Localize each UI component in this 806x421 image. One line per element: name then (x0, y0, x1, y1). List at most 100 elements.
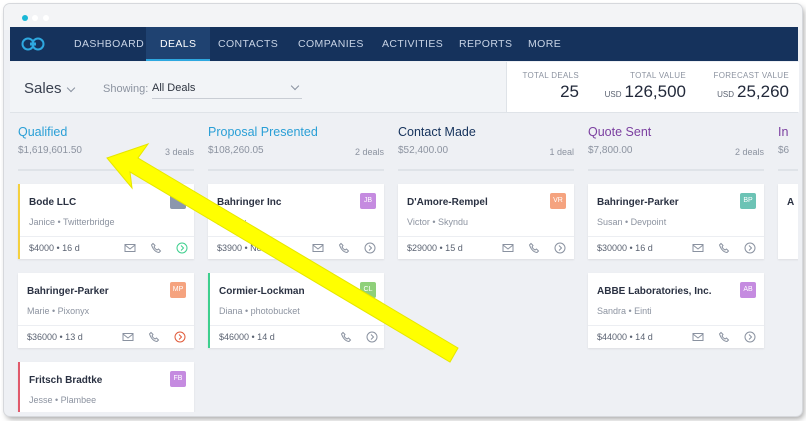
deal-card[interactable]: Bode LLC Janice • Twitterbridge $4000 • 16… (18, 184, 194, 259)
next-step-icon[interactable] (744, 242, 756, 254)
deal-value-age: $36000 • 13 d (27, 332, 83, 342)
deal-name[interactable]: ABBE Laboratories, Inc. (597, 286, 711, 297)
logo-icon[interactable] (20, 36, 46, 52)
deal-contact: Marie • Pixonyx (27, 306, 90, 316)
owner-avatar (170, 193, 186, 209)
deal-card[interactable]: Bahringer-Parker Susan • Devpoint BP $30000… (588, 184, 764, 259)
chevron-down-icon[interactable] (66, 83, 76, 93)
next-step-icon[interactable] (176, 242, 188, 254)
deal-card[interactable]: Cormier-Lockman Diana • photobucket CL $460… (208, 273, 384, 348)
stage-header: In $6 (778, 113, 798, 171)
deal-value-age: $4000 • 16 d (29, 243, 80, 253)
mail-icon[interactable] (502, 242, 514, 254)
mail-icon[interactable] (122, 331, 134, 343)
pipeline-selector[interactable]: Sales (24, 80, 62, 97)
next-step-icon[interactable] (554, 242, 566, 254)
phone-icon[interactable] (150, 242, 162, 254)
phone-icon[interactable] (340, 331, 352, 343)
deal-card[interactable]: A (778, 184, 798, 259)
kpi-unit: USD (717, 90, 734, 99)
stage-header: Qualified $1,619,601.50 3 deals (18, 113, 194, 171)
next-step-icon[interactable] (744, 331, 756, 343)
deal-name[interactable]: Cormier-Lockman (219, 286, 305, 297)
stage-header: Quote Sent $7,800.00 2 deals (588, 113, 764, 171)
deal-card[interactable]: Bahringer-Parker Marie • Pixonyx MP $36000 … (18, 273, 194, 348)
mail-icon[interactable] (692, 331, 704, 343)
nav-more[interactable]: MORE (528, 27, 561, 61)
nav-reports[interactable]: REPORTS (459, 27, 512, 61)
kpi-value: 25 (560, 82, 579, 101)
nav-dashboard[interactable]: DASHBOARD (74, 27, 144, 61)
owner-avatar: VR (550, 193, 566, 209)
stage-total: $52,400.00 (398, 145, 449, 156)
deal-contact: Diana • photobucket (219, 306, 300, 316)
window-dot-icon[interactable] (22, 15, 28, 21)
deal-name[interactable]: A (787, 197, 794, 208)
deal-card[interactable]: Bahringer Inc Johnny JB $3900 • Nov 16 (208, 184, 384, 259)
deal-name[interactable]: Bahringer-Parker (597, 197, 679, 208)
next-step-icon[interactable] (174, 331, 186, 343)
deal-name[interactable]: Bahringer-Parker (27, 286, 109, 297)
phone-icon[interactable] (718, 331, 730, 343)
deal-card[interactable]: ABBE Laboratories, Inc. Sandra • Einti AB $… (588, 273, 764, 348)
deal-contact: Susan • Devpoint (597, 217, 667, 227)
deals-board: Qualified $1,619,601.50 3 deals Bode LLC Jan… (10, 113, 798, 412)
chevron-down-icon (290, 81, 300, 91)
mail-icon[interactable] (124, 242, 136, 254)
stage-deal-count: 2 deals (354, 147, 384, 157)
kpi-value: 126,500 (624, 82, 686, 101)
deal-name[interactable]: Fritsch Bradtke (29, 375, 102, 386)
owner-avatar: FB (170, 371, 186, 387)
nav-companies[interactable]: COMPANIES (298, 27, 364, 61)
stage-title[interactable]: Proposal Presented (208, 113, 384, 139)
deal-contact: Sandra • Einti (597, 306, 652, 316)
showing-filter-select[interactable]: All Deals (152, 78, 302, 99)
top-navigation: DASHBOARD DEALS CONTACTS COMPANIES ACTIV… (10, 27, 798, 61)
kpi-total-value: TOTAL VALUE USD 126,500 (605, 62, 686, 112)
stage-header: Proposal Presented $108,260.05 2 deals (208, 113, 384, 171)
owner-avatar: CL (360, 282, 376, 298)
phone-icon[interactable] (148, 331, 160, 343)
kpi-forecast-value: FORECAST VALUE USD 25,260 (714, 62, 789, 112)
window-dot-icon[interactable] (32, 15, 38, 21)
mail-icon[interactable] (692, 242, 704, 254)
phone-icon[interactable] (528, 242, 540, 254)
deal-contact: Janice • Twitterbridge (29, 217, 115, 227)
deal-contact: Victor • Skyndu (407, 217, 469, 227)
deal-value-age: $46000 • 14 d (219, 332, 275, 342)
phone-icon[interactable] (338, 242, 350, 254)
stage-title[interactable]: Contact Made (398, 113, 574, 139)
owner-avatar: AB (740, 282, 756, 298)
deal-value-age: $3900 • Nov 16 (217, 243, 279, 253)
owner-avatar: JB (360, 193, 376, 209)
pipeline-stage-column: Proposal Presented $108,260.05 2 deals Bahr… (208, 113, 384, 348)
stage-title[interactable]: Qualified (18, 113, 194, 139)
mail-icon[interactable] (312, 242, 324, 254)
owner-avatar: MP (170, 282, 186, 298)
deal-stats: TOTAL DEALS 25 TOTAL VALUE USD 126,500 FO… (506, 62, 799, 112)
phone-icon[interactable] (718, 242, 730, 254)
window-dot-icon[interactable] (43, 15, 49, 21)
owner-avatar: BP (740, 193, 756, 209)
nav-contacts[interactable]: CONTACTS (218, 27, 278, 61)
deal-name[interactable]: D'Amore-Rempel (407, 197, 488, 208)
nav-activities[interactable]: ACTIVITIES (382, 27, 443, 61)
stage-title[interactable]: In (778, 113, 798, 139)
deal-card[interactable]: Fritsch Bradtke Jesse • Plambee FB (18, 362, 194, 412)
next-step-icon[interactable] (364, 242, 376, 254)
deal-card-footer: $44000 • 14 d (588, 325, 764, 349)
deal-name[interactable]: Bahringer Inc (217, 197, 281, 208)
deal-card-footer: $3900 • Nov 16 (208, 236, 384, 260)
stage-total: $6 (778, 145, 790, 156)
kpi-unit: USD (604, 90, 622, 99)
deal-card-footer: $4000 • 16 d (20, 236, 194, 260)
kpi-label: TOTAL VALUE (630, 71, 686, 80)
nav-deals[interactable]: DEALS (146, 27, 211, 61)
deal-name[interactable]: Bode LLC (29, 197, 76, 208)
next-step-icon[interactable] (366, 331, 378, 343)
deal-value-age: $30000 • 16 d (597, 243, 653, 253)
deal-card[interactable]: D'Amore-Rempel Victor • Skyndu VR $29000 • … (398, 184, 574, 259)
stage-title[interactable]: Quote Sent (588, 113, 764, 139)
pipeline-stage-column: Contact Made $52,400.00 1 deal D'Amore-Remp… (398, 113, 574, 259)
deal-card-footer: $46000 • 14 d (210, 325, 384, 349)
